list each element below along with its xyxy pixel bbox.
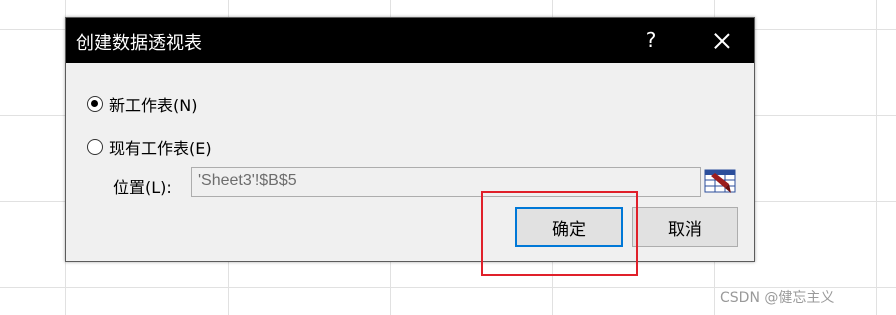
range-select-icon[interactable] [703,168,739,196]
radio-button-checked[interactable] [87,96,103,112]
radio-label: 现有工作表(E) [109,139,212,158]
radio-label: 新工作表(N) [109,96,198,115]
grid-line [876,0,877,315]
dialog-title: 创建数据透视表 [76,33,202,54]
radio-existing-worksheet[interactable]: 现有工作表(E) [87,135,212,159]
location-label: 位置(L): [113,178,172,197]
watermark: CSDN @健忘主义 [720,290,835,306]
highlight-box [481,191,638,276]
radio-new-worksheet[interactable]: 新工作表(N) [87,92,197,116]
dialog-titlebar: 创建数据透视表 ? [66,18,754,63]
cancel-button[interactable]: 取消 [632,207,738,247]
help-button[interactable]: ? [631,18,671,63]
close-icon[interactable] [696,18,746,63]
create-pivot-table-dialog: 创建数据透视表 ? 新工作表(N) 现有工作表(E) 位置(L): 'Sheet… [65,17,755,262]
radio-button[interactable] [87,139,103,155]
